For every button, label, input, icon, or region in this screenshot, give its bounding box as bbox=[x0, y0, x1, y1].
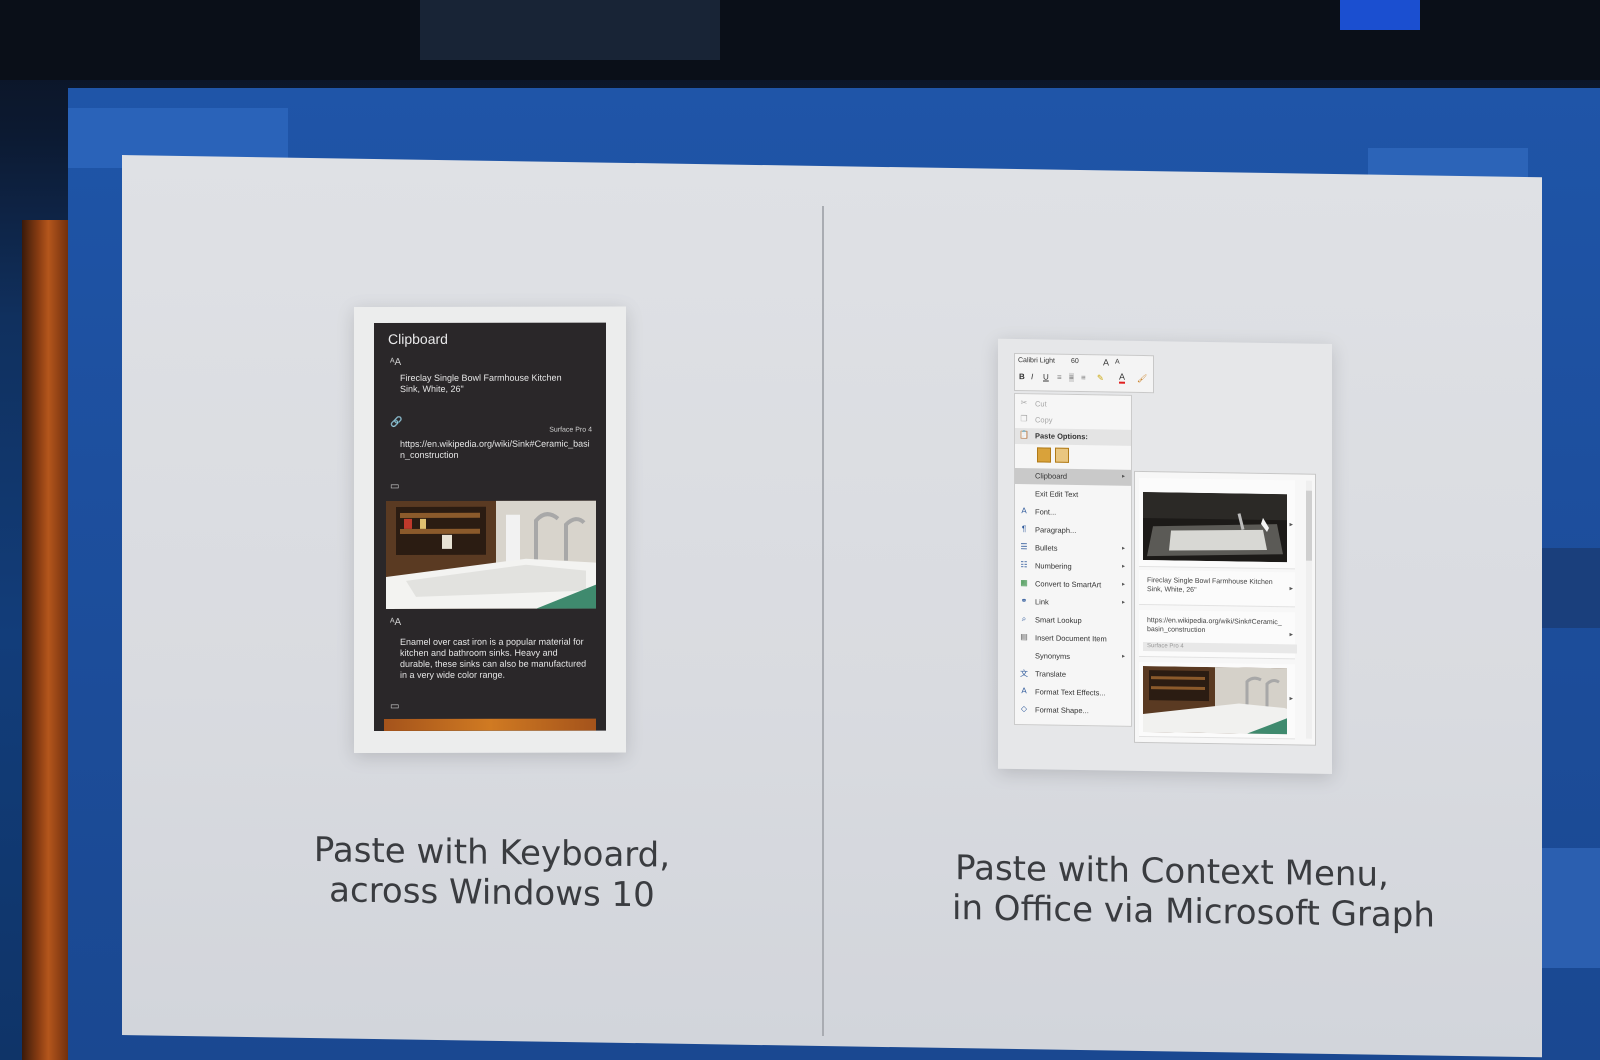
numbering-icon: ☷ bbox=[1020, 560, 1028, 570]
menu-header-paste-options: 📋 Paste Options: bbox=[1015, 428, 1131, 446]
italic-button[interactable]: I bbox=[1031, 372, 1033, 381]
clipboard-item-link[interactable]: https://en.wikipedia.org/wiki/Sink#Ceram… bbox=[400, 439, 590, 461]
font-size-box[interactable]: 60 bbox=[1071, 358, 1079, 365]
right-caption: Paste with Context Menu, in Office via M… bbox=[952, 848, 1435, 936]
flyout-item-text[interactable]: Fireclay Single Bowl Farmhouse Kitchen S… bbox=[1139, 569, 1295, 608]
menu-item-exit-edit-text[interactable]: Exit Edit Text bbox=[1015, 486, 1131, 504]
search-icon: ⌕ bbox=[1021, 614, 1027, 624]
align-center-icon[interactable]: ≡ bbox=[1069, 372, 1074, 382]
chevron-right-icon: ▸ bbox=[1289, 585, 1293, 593]
menu-item-clipboard[interactable]: Clipboard ▸ bbox=[1015, 468, 1131, 486]
menu-item-smart-lookup[interactable]: ⌕ Smart Lookup bbox=[1015, 612, 1131, 630]
clipboard-item-image-partial[interactable] bbox=[384, 718, 596, 731]
font-name-box[interactable]: Calibri Light bbox=[1018, 357, 1055, 365]
clipboard-history-panel: Clipboard ᴬA Fireclay Single Bowl Farmho… bbox=[374, 322, 606, 731]
menu-item-translate[interactable]: 文 Translate bbox=[1015, 666, 1131, 684]
flyout-item-image[interactable]: ▸ bbox=[1139, 477, 1295, 570]
copy-icon: ❐ bbox=[1020, 414, 1028, 424]
paste-picture-icon[interactable] bbox=[1055, 447, 1069, 463]
chevron-right-icon: ▸ bbox=[1121, 473, 1125, 480]
paste-icon: 📋 bbox=[1019, 430, 1029, 440]
chevron-right-icon: ▸ bbox=[1121, 653, 1125, 660]
wood-pillar bbox=[22, 220, 70, 1060]
bold-button[interactable]: B bbox=[1019, 372, 1025, 381]
menu-item-font[interactable]: A Font... bbox=[1015, 504, 1131, 522]
link-icon: 🔗 bbox=[390, 416, 403, 428]
underline-button[interactable]: U bbox=[1043, 372, 1049, 381]
flyout-scrollbar[interactable] bbox=[1306, 480, 1312, 739]
menu-item-format-shape[interactable]: ◇ Format Shape... bbox=[1015, 702, 1131, 720]
grow-font-button[interactable]: A bbox=[1103, 357, 1109, 367]
right-caption-line-2: in Office via Microsoft Graph bbox=[952, 888, 1435, 936]
bullets-icon: ☰ bbox=[1020, 542, 1028, 552]
menu-item-paragraph[interactable]: ¶ Paragraph... bbox=[1015, 522, 1131, 540]
shrink-font-button[interactable]: A bbox=[1115, 359, 1120, 366]
text-icon: ᴬA bbox=[390, 356, 402, 368]
clipboard-card: Clipboard ᴬA Fireclay Single Bowl Farmho… bbox=[354, 306, 626, 754]
right-caption-line-1: Paste with Context Menu, bbox=[955, 848, 1389, 895]
smartart-icon: ▦ bbox=[1020, 578, 1028, 588]
insert-doc-icon: ▤ bbox=[1020, 632, 1028, 642]
chevron-right-icon: ▸ bbox=[1289, 695, 1293, 703]
left-caption: Paste with Keyboard, across Windows 10 bbox=[282, 830, 702, 917]
menu-item-cut[interactable]: ✂ Cut bbox=[1015, 396, 1131, 414]
presentation-slide: Clipboard ᴬA Fireclay Single Bowl Farmho… bbox=[122, 155, 1542, 1058]
format-painter-icon[interactable]: 🖌 bbox=[1137, 374, 1147, 383]
kitchen-photo-thumbnail bbox=[1143, 666, 1287, 735]
paste-keep-source-icon[interactable] bbox=[1037, 447, 1051, 463]
slide-divider bbox=[822, 205, 824, 1037]
menu-item-insert-document-item[interactable]: ▤ Insert Document Item bbox=[1015, 630, 1131, 648]
chevron-right-icon: ▸ bbox=[1121, 563, 1125, 570]
menu-item-convert-smartart[interactable]: ▦ Convert to SmartArt ▸ bbox=[1015, 576, 1131, 594]
flyout-link-source: Surface Pro 4 bbox=[1143, 642, 1297, 654]
flyout-text-value: Fireclay Single Bowl Farmhouse Kitchen S… bbox=[1147, 577, 1273, 594]
clipboard-item-text[interactable]: Fireclay Single Bowl Farmhouse Kitchen S… bbox=[400, 373, 580, 395]
clipboard-title: Clipboard bbox=[388, 330, 448, 347]
menu-item-copy[interactable]: ❐ Copy bbox=[1015, 412, 1131, 430]
flyout-link-value: https://en.wikipedia.org/wiki/Sink#Ceram… bbox=[1147, 617, 1282, 635]
paragraph-icon: ¶ bbox=[1021, 524, 1027, 534]
translate-icon: 文 bbox=[1020, 669, 1028, 679]
menu-item-numbering[interactable]: ☷ Numbering ▸ bbox=[1015, 558, 1131, 576]
left-caption-line-2: across Windows 10 bbox=[329, 870, 655, 916]
align-right-icon[interactable]: ≡ bbox=[1081, 373, 1086, 382]
text-icon: ᴬA bbox=[390, 616, 402, 628]
image-icon: ▭ bbox=[390, 700, 400, 712]
context-menu: ✂ Cut ❐ Copy 📋 Paste Options: Clipboard ▸ Ex… bbox=[1014, 393, 1132, 727]
format-shape-icon: ◇ bbox=[1020, 704, 1028, 714]
clipboard-item-source: Surface Pro 4 bbox=[549, 426, 592, 434]
mini-formatting-toolbar: Calibri Light 60 A A B I U ≡ ≡ ≡ ✎ A 🖌 bbox=[1014, 353, 1154, 394]
font-icon: A bbox=[1021, 506, 1027, 516]
image-icon: ▭ bbox=[390, 480, 400, 492]
font-color-button[interactable]: A bbox=[1119, 372, 1126, 384]
clipboard-flyout: ▸ Fireclay Single Bowl Farmhouse Kitchen… bbox=[1134, 470, 1316, 746]
chevron-right-icon: ▸ bbox=[1289, 631, 1293, 639]
chevron-right-icon: ▸ bbox=[1289, 521, 1293, 529]
text-effects-icon: A bbox=[1021, 686, 1027, 696]
clipboard-item-text[interactable]: Enamel over cast iron is a popular mater… bbox=[400, 637, 590, 681]
menu-item-bullets[interactable]: ☰ Bullets ▸ bbox=[1015, 540, 1131, 558]
chevron-right-icon: ▸ bbox=[1121, 545, 1125, 552]
menu-item-synonyms[interactable]: Synonyms ▸ bbox=[1015, 648, 1131, 666]
chevron-right-icon: ▸ bbox=[1121, 581, 1125, 588]
link-icon: ⚭ bbox=[1020, 596, 1028, 606]
sink-photo-thumbnail bbox=[1143, 492, 1287, 563]
flyout-item-image[interactable]: ▸ bbox=[1139, 661, 1295, 740]
chevron-right-icon: ▸ bbox=[1121, 599, 1125, 606]
left-caption-line-1: Paste with Keyboard, bbox=[313, 830, 671, 876]
highlight-icon[interactable]: ✎ bbox=[1097, 373, 1104, 382]
scrollbar-thumb[interactable] bbox=[1306, 490, 1312, 561]
menu-item-link[interactable]: ⚭ Link ▸ bbox=[1015, 594, 1131, 612]
scissors-icon: ✂ bbox=[1020, 398, 1028, 408]
flyout-item-link[interactable]: https://en.wikipedia.org/wiki/Sink#Ceram… bbox=[1139, 609, 1297, 660]
clipboard-item-image[interactable] bbox=[386, 500, 596, 609]
paste-options-row bbox=[1015, 444, 1131, 466]
align-left-icon[interactable]: ≡ bbox=[1057, 373, 1062, 382]
office-context-menu-card: Calibri Light 60 A A B I U ≡ ≡ ≡ ✎ A 🖌 ✂… bbox=[998, 338, 1332, 775]
menu-item-format-text-effects[interactable]: A Format Text Effects... bbox=[1015, 684, 1131, 702]
